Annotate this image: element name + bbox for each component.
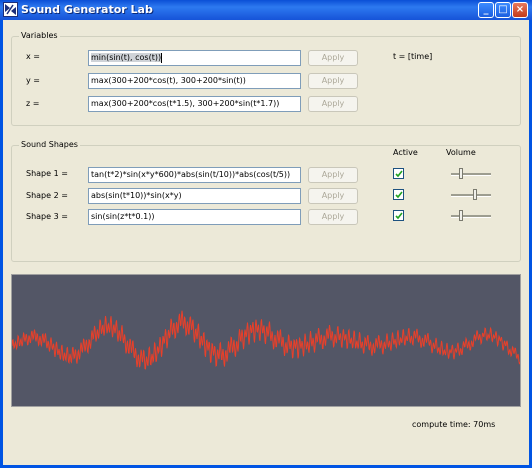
shape-1-active-checkbox[interactable] [393, 168, 404, 179]
text-caret [161, 52, 163, 63]
shape-3-volume-slider[interactable] [451, 209, 491, 223]
waveform-canvas [12, 310, 520, 370]
active-column-header: Active [393, 148, 418, 157]
shape-2-apply-button[interactable]: Apply [308, 188, 358, 204]
slider-thumb[interactable] [459, 168, 463, 179]
shape-2-input[interactable]: abs(sin(t*10))*sin(x*y) [88, 188, 301, 204]
shape-3-input[interactable]: sin(sin(z*t*0.1)) [88, 209, 301, 225]
shape-3-label: Shape 3 = [26, 212, 68, 221]
shape-3-apply-button[interactable]: Apply [308, 209, 358, 225]
compute-time-label: compute time: 70ms [412, 420, 496, 429]
checkmark-icon [395, 170, 403, 178]
shape-2-label: Shape 2 = [26, 191, 68, 200]
variable-x-input[interactable]: min(sin(t), cos(t)) [88, 50, 301, 66]
variables-group-title: Variables [19, 31, 60, 40]
minimize-button[interactable]: _ [478, 2, 494, 18]
variable-y-input[interactable]: max(300+200*cos(t), 300+200*sin(t)) [88, 73, 301, 89]
window-frame-left [0, 20, 3, 468]
slider-track [451, 215, 491, 218]
close-icon: × [515, 4, 525, 15]
slider-thumb[interactable] [473, 189, 477, 200]
slider-track [451, 194, 491, 197]
checkmark-icon [395, 212, 403, 220]
slider-thumb[interactable] [459, 210, 463, 221]
slider-track [451, 173, 491, 176]
shape-2-volume-slider[interactable] [451, 188, 491, 202]
shape-1-apply-button[interactable]: Apply [308, 167, 358, 183]
shape-1-input[interactable]: tan(t*2)*sin(x*y*600)*abs(sin(t/10))*abs… [88, 167, 301, 183]
shape-3-active-checkbox[interactable] [393, 210, 404, 221]
variable-y-label: y = [26, 76, 40, 85]
time-label: t = [time] [393, 52, 433, 61]
title-bar[interactable]: Sound Generator Lab _ □ × [0, 0, 532, 20]
minimize-icon: _ [483, 4, 489, 15]
waveform-line [12, 310, 520, 370]
close-button[interactable]: × [512, 2, 528, 18]
variable-x-value: min(sin(t), cos(t)) [91, 53, 162, 62]
window-title: Sound Generator Lab [21, 3, 153, 16]
shape-1-label: Shape 1 = [26, 169, 68, 178]
shape-1-volume-slider[interactable] [451, 167, 491, 181]
app-logo-icon[interactable] [3, 2, 18, 17]
waveform-display [11, 274, 521, 407]
variable-z-input[interactable]: max(300+200*cos(t*1.5), 300+200*sin(t*1.… [88, 96, 301, 112]
variable-x-apply-button[interactable]: Apply [308, 50, 358, 66]
sound-shapes-group-title: Sound Shapes [19, 140, 80, 149]
variable-y-apply-button[interactable]: Apply [308, 73, 358, 89]
variable-z-apply-button[interactable]: Apply [308, 96, 358, 112]
maximize-icon: □ [498, 4, 508, 15]
maximize-button[interactable]: □ [495, 2, 511, 18]
variable-x-label: x = [26, 52, 40, 61]
checkmark-icon [395, 191, 403, 199]
shape-2-active-checkbox[interactable] [393, 189, 404, 200]
volume-column-header: Volume [446, 148, 476, 157]
variable-z-label: z = [26, 99, 40, 108]
